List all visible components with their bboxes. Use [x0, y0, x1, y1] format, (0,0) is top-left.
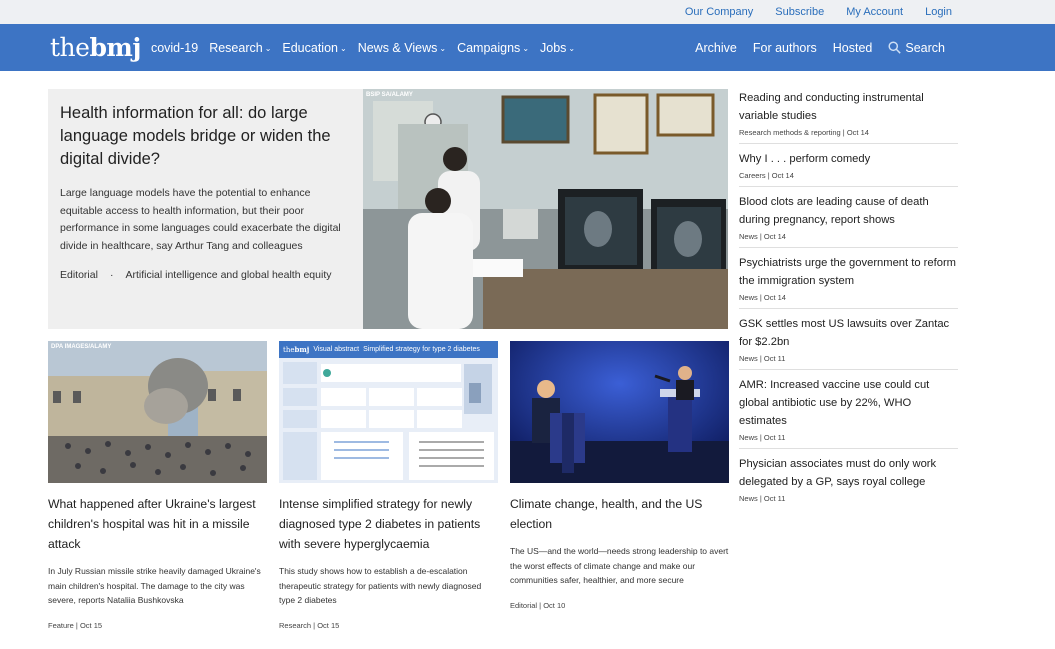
my-account-link[interactable]: My Account	[846, 6, 903, 18]
card-description: In July Russian missile strike heavily d…	[48, 566, 261, 605]
chevron-down-icon: ⌄	[264, 43, 272, 53]
hero-title[interactable]: Health information for all: do large lan…	[60, 102, 352, 171]
sidebar-item-title[interactable]: Reading and conducting instrumental vari…	[739, 89, 958, 125]
visual-abstract-body	[283, 362, 494, 480]
nav-jobs[interactable]: Jobs ⌄	[540, 41, 575, 55]
collection-link[interactable]: Artificial intelligence and global healt…	[125, 269, 331, 281]
hero-article[interactable]: Health information for all: do large lan…	[48, 89, 728, 329]
debate-photo	[510, 341, 729, 483]
card-description: This study shows how to establish a de-e…	[279, 566, 482, 605]
sidebar-item-title[interactable]: GSK settles most US lawsuits over Zantac…	[739, 315, 958, 351]
sidebar-item-meta: News | Oct 11	[739, 494, 786, 503]
card-meta: Editorial | Oct 10	[510, 601, 566, 610]
article-cards: DPA IMAGES/ALAMY What happened after Ukr…	[48, 341, 729, 630]
hospital-photo	[48, 341, 267, 483]
sidebar-item[interactable]: Physician associates must do only work d…	[739, 455, 958, 509]
visual-abstract-label: Visual abstract	[313, 346, 360, 353]
sidebar-item[interactable]: AMR: Increased vaccine use could cut glo…	[739, 376, 958, 449]
bmj-small-logo: thebmj	[283, 345, 310, 354]
sidebar-item-title[interactable]: Why I . . . perform comedy	[739, 150, 958, 168]
sidebar-item-title[interactable]: AMR: Increased vaccine use could cut glo…	[739, 376, 958, 430]
image-credit: DPA IMAGES/ALAMY	[51, 344, 112, 350]
hero-photo	[363, 89, 728, 329]
utility-bar: Our Company Subscribe My Account Login	[0, 0, 1055, 24]
card-image[interactable]: DPA IMAGES/ALAMY	[48, 341, 267, 483]
sidebar-item[interactable]: Blood clots are leading cause of death d…	[739, 193, 958, 248]
visual-abstract-header: thebmj Visual abstract Simplified strate…	[279, 341, 498, 358]
chevron-down-icon: ⌄	[439, 43, 447, 53]
card-image[interactable]	[510, 341, 729, 483]
search-button[interactable]: Search	[888, 41, 945, 55]
nav-education[interactable]: Education ⌄	[282, 41, 346, 55]
card-meta: Research | Oct 15	[279, 621, 340, 630]
card-title[interactable]: Climate change, health, and the US elect…	[510, 494, 729, 534]
nav-news-views[interactable]: News & Views ⌄	[358, 41, 446, 55]
sidebar-item[interactable]: Psychiatrists urge the government to ref…	[739, 254, 958, 309]
latest-news-sidebar: Reading and conducting instrumental vari…	[739, 89, 958, 515]
sidebar-item-meta: Careers | Oct 14	[739, 171, 794, 180]
login-link[interactable]: Login	[925, 6, 952, 18]
article-type: Editorial	[60, 269, 98, 281]
card-title[interactable]: Intense simplified strategy for newly di…	[279, 494, 498, 554]
sidebar-item-meta: News | Oct 11	[739, 433, 786, 442]
nav-archive[interactable]: Archive	[695, 41, 737, 55]
article-card[interactable]: DPA IMAGES/ALAMY What happened after Ukr…	[48, 341, 267, 630]
hero-description: Large language models have the potential…	[60, 187, 341, 252]
sidebar-item-title[interactable]: Physician associates must do only work d…	[739, 455, 958, 491]
sidebar-item-meta: News | Oct 14	[739, 232, 786, 241]
sidebar-item-meta: News | Oct 11	[739, 354, 786, 363]
sidebar-item-meta: Research methods & reporting | Oct 14	[739, 128, 869, 137]
nav-research[interactable]: Research ⌄	[209, 41, 271, 55]
hero-image[interactable]: BSIP SA/ALAMY	[363, 89, 728, 329]
article-card[interactable]: thebmj Visual abstract Simplified strate…	[279, 341, 498, 630]
article-card[interactable]: Climate change, health, and the US elect…	[510, 341, 729, 630]
visual-abstract-image[interactable]: thebmj Visual abstract Simplified strate…	[279, 341, 498, 483]
card-description: The US—and the world—needs strong leader…	[510, 546, 729, 585]
image-credit: BSIP SA/ALAMY	[366, 92, 413, 98]
sidebar-item[interactable]: GSK settles most US lawsuits over Zantac…	[739, 315, 958, 370]
visual-abstract-title: Simplified strategy for type 2 diabetes	[363, 346, 480, 353]
nav-hosted[interactable]: Hosted	[833, 41, 873, 55]
hero-meta: Editorial · Artificial intelligence and gl…	[60, 269, 332, 281]
main-nav: thebmj covid-19 Research ⌄ Education ⌄ New…	[0, 24, 1055, 71]
chevron-down-icon: ⌄	[340, 43, 347, 53]
chevron-down-icon: ⌄	[568, 43, 576, 53]
nav-covid[interactable]: covid-19	[151, 41, 198, 55]
card-meta: Feature | Oct 15	[48, 621, 103, 630]
sidebar-item[interactable]: Reading and conducting instrumental vari…	[739, 89, 958, 144]
sidebar-item[interactable]: Why I . . . perform comedy Careers | Oct…	[739, 150, 958, 187]
nav-for-authors[interactable]: For authors	[753, 41, 817, 55]
our-company-link[interactable]: Our Company	[685, 6, 753, 18]
bmj-logo[interactable]: thebmj	[50, 35, 141, 60]
sidebar-item-meta: News | Oct 14	[739, 293, 786, 302]
sidebar-item-title[interactable]: Blood clots are leading cause of death d…	[739, 193, 958, 229]
sidebar-item-title[interactable]: Psychiatrists urge the government to ref…	[739, 254, 958, 290]
nav-campaigns[interactable]: Campaigns ⌄	[457, 41, 529, 55]
subscribe-link[interactable]: Subscribe	[775, 6, 824, 18]
chevron-down-icon: ⌄	[522, 43, 530, 53]
card-title[interactable]: What happened after Ukraine's largest ch…	[48, 494, 267, 554]
search-icon	[888, 41, 902, 54]
